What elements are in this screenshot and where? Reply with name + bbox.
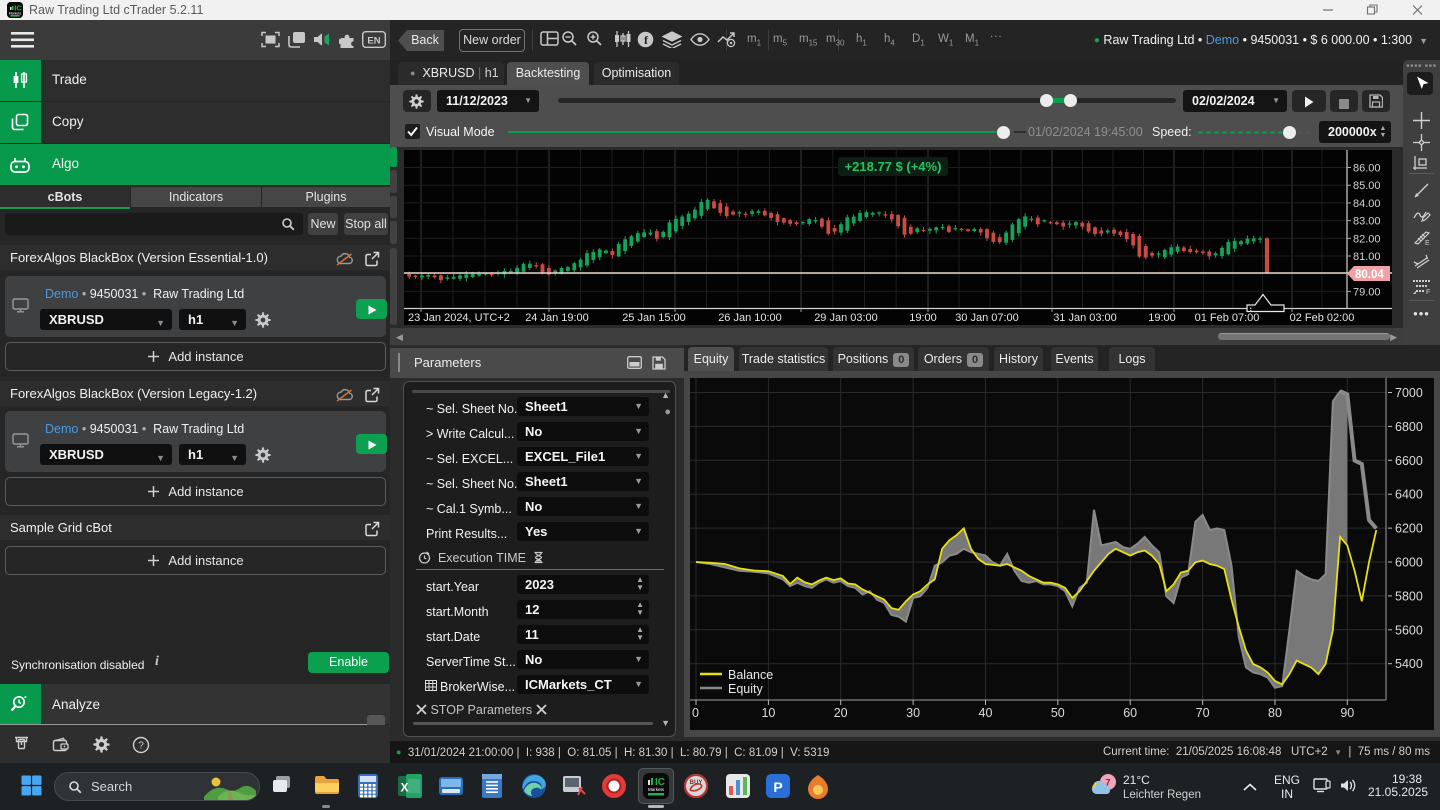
svg-text:X: X: [400, 781, 408, 795]
svg-text:6800: 6800: [1395, 420, 1423, 434]
svg-text:23 Jan 2024, UTC+2: 23 Jan 2024, UTC+2: [408, 312, 510, 324]
svg-text:40: 40: [979, 706, 993, 720]
svg-text:Markets: Markets: [648, 787, 665, 792]
svg-text:81.00: 81.00: [1353, 251, 1381, 263]
svg-text:?: ?: [138, 741, 144, 752]
svg-text:31 Jan 03:00: 31 Jan 03:00: [1053, 312, 1117, 324]
svg-text:5600: 5600: [1395, 623, 1423, 637]
svg-text:20: 20: [834, 706, 848, 720]
svg-text:84.00: 84.00: [1353, 198, 1381, 210]
svg-text:5800: 5800: [1395, 589, 1423, 603]
svg-text:6000: 6000: [1395, 556, 1423, 570]
svg-text:E: E: [1425, 240, 1430, 247]
svg-text:80.04: 80.04: [1355, 269, 1384, 281]
svg-text:6200: 6200: [1395, 522, 1423, 536]
svg-text:6400: 6400: [1395, 488, 1423, 502]
svg-text:01 Feb 07:00: 01 Feb 07:00: [1195, 312, 1260, 324]
svg-text:BUY: BUY: [690, 780, 703, 786]
svg-text:90: 90: [1340, 706, 1354, 720]
svg-text:6600: 6600: [1395, 454, 1423, 468]
svg-text:24 Jan 19:00: 24 Jan 19:00: [525, 312, 589, 324]
svg-text:02 Feb 02:00: 02 Feb 02:00: [1290, 312, 1355, 324]
svg-text:F: F: [1426, 289, 1430, 295]
svg-text:5400: 5400: [1395, 657, 1423, 671]
svg-text:Markets: Markets: [9, 12, 22, 16]
svg-text:19:00: 19:00: [1148, 312, 1176, 324]
svg-text:19:00: 19:00: [909, 312, 937, 324]
svg-text:50: 50: [1051, 706, 1065, 720]
svg-text:29 Jan 03:00: 29 Jan 03:00: [814, 312, 878, 324]
svg-text:70: 70: [1196, 706, 1210, 720]
svg-text:83.00: 83.00: [1353, 216, 1381, 228]
svg-text:7000: 7000: [1395, 386, 1423, 400]
svg-text:85.00: 85.00: [1353, 180, 1381, 192]
svg-text:Equity: Equity: [728, 682, 763, 696]
svg-text:Balance: Balance: [728, 668, 773, 682]
svg-text:26 Jan 10:00: 26 Jan 10:00: [718, 312, 782, 324]
svg-text:30: 30: [906, 706, 920, 720]
svg-text:30 Jan 07:00: 30 Jan 07:00: [955, 312, 1019, 324]
svg-text:82.00: 82.00: [1353, 233, 1381, 245]
svg-text:79.00: 79.00: [1353, 286, 1381, 298]
svg-text:60: 60: [1123, 706, 1137, 720]
svg-text:EN: EN: [367, 36, 380, 47]
svg-text:0: 0: [692, 706, 699, 720]
svg-text:10: 10: [761, 706, 775, 720]
svg-text:+218.77 $ (+4%): +218.77 $ (+4%): [845, 159, 942, 174]
svg-text:86.00: 86.00: [1353, 163, 1381, 175]
svg-text:80: 80: [1268, 706, 1282, 720]
svg-text:25 Jan 15:00: 25 Jan 15:00: [622, 312, 686, 324]
svg-text:P: P: [773, 779, 782, 795]
